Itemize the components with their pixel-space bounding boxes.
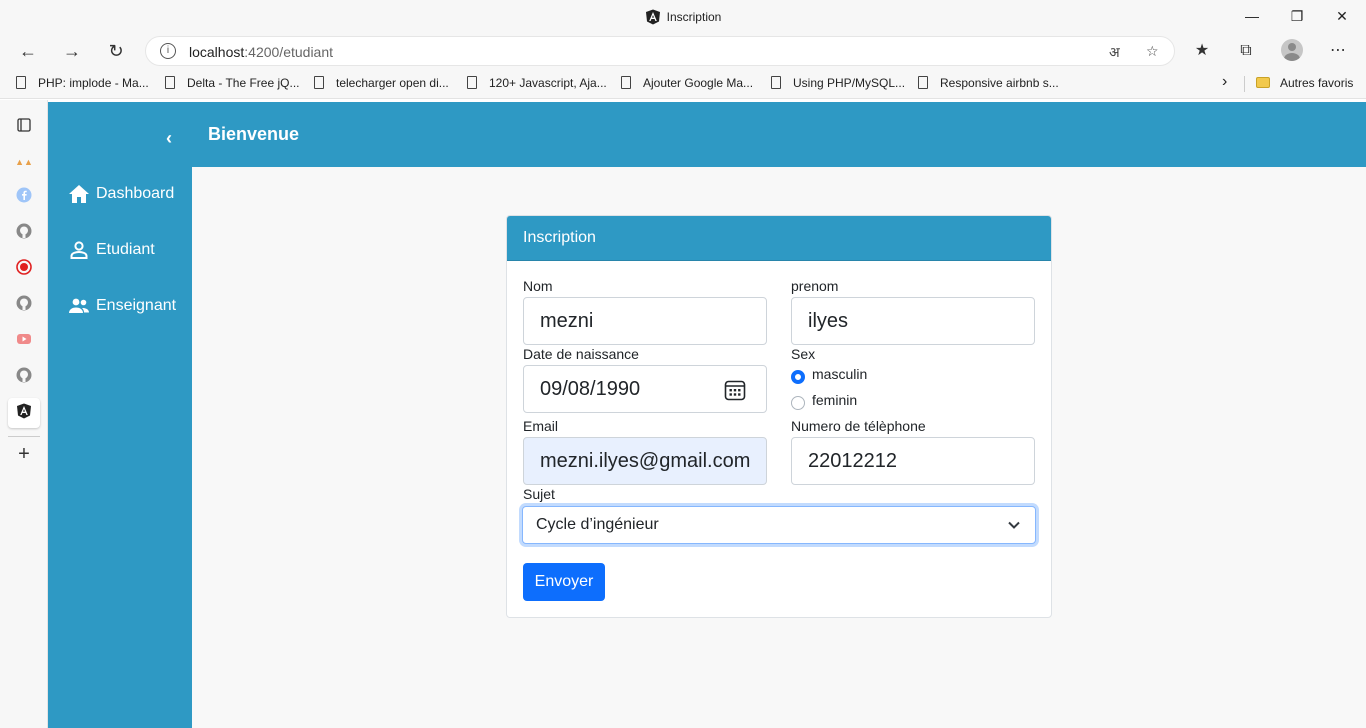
bookmark-item[interactable]: Responsive airbnb s... bbox=[918, 76, 1059, 90]
back-icon[interactable]: ← bbox=[14, 37, 42, 65]
sidebar-item-label: Dashboard bbox=[96, 185, 175, 202]
sex-label: Sex bbox=[791, 346, 816, 362]
page-icon bbox=[314, 76, 324, 89]
prenom-input[interactable]: ilyes bbox=[791, 297, 1035, 345]
people-icon bbox=[69, 298, 89, 313]
tab-divider bbox=[8, 436, 40, 437]
page-icon bbox=[918, 76, 928, 89]
main-content: Inscription Nom mezni prenom ilyes Date … bbox=[192, 167, 1366, 728]
masculin-label[interactable]: masculin bbox=[812, 366, 867, 382]
bookmark-item[interactable]: 120+ Javascript, Aja... bbox=[467, 76, 607, 90]
chevron-right-icon[interactable]: › bbox=[1222, 73, 1227, 91]
angular-tab-icon[interactable] bbox=[14, 403, 34, 423]
bookmark-item[interactable]: Using PHP/MySQL... bbox=[771, 76, 905, 90]
nom-label: Nom bbox=[523, 278, 553, 294]
feminin-label[interactable]: feminin bbox=[812, 392, 857, 408]
email-input[interactable]: mezni.ilyes@gmail.com bbox=[523, 437, 767, 485]
url-text[interactable]: localhost:4200/etudiant bbox=[189, 44, 333, 60]
date-label: Date de naissance bbox=[523, 346, 639, 362]
email-label: Email bbox=[523, 418, 559, 434]
refresh-icon[interactable]: ↻ bbox=[102, 37, 130, 65]
other-favorites[interactable]: Autres favoris bbox=[1256, 76, 1353, 90]
telephone-label: Numero de télèphone bbox=[791, 418, 926, 434]
youtube-tab-icon[interactable] bbox=[14, 331, 34, 351]
bookmarks-bar: PHP: implode - Ma... Delta - The Free jQ… bbox=[0, 69, 1366, 99]
vertical-tab-bar: ▲▲ + bbox=[0, 100, 48, 728]
pma-tab-icon[interactable]: ▲▲ bbox=[14, 152, 34, 172]
collapse-sidebar-icon[interactable]: ‹ bbox=[166, 128, 182, 148]
telephone-input[interactable]: 22012212 bbox=[791, 437, 1035, 485]
bookmark-item[interactable]: Delta - The Free jQ... bbox=[165, 76, 299, 90]
sidebar-item-label: Etudiant bbox=[96, 241, 155, 258]
window-title: Inscription bbox=[666, 10, 722, 24]
sujet-select[interactable]: Cycle d’ingénieur bbox=[522, 506, 1036, 544]
collections-icon[interactable]: ⧉ bbox=[1234, 39, 1258, 63]
add-favorite-icon[interactable]: ☆ bbox=[1146, 43, 1159, 60]
angular-icon bbox=[645, 9, 661, 25]
bookmark-item[interactable]: telecharger open di... bbox=[314, 76, 449, 90]
chevron-down-icon bbox=[1008, 521, 1020, 529]
date-input[interactable]: 09/08/1990 bbox=[523, 365, 767, 413]
github-tab-icon[interactable] bbox=[14, 223, 34, 243]
browser-toolbar: ← → ↻ i localhost:4200/etudiant अ ☆ ★ ⧉ … bbox=[0, 33, 1366, 69]
calendar-icon[interactable] bbox=[724, 379, 746, 401]
close-button[interactable]: ✕ bbox=[1322, 4, 1362, 28]
bookmarks-divider bbox=[1244, 76, 1245, 92]
read-aloud-icon[interactable]: अ bbox=[1109, 43, 1120, 62]
record-tab-icon[interactable] bbox=[14, 259, 34, 279]
nom-input[interactable]: mezni bbox=[523, 297, 767, 345]
masculin-radio[interactable] bbox=[791, 370, 805, 384]
prenom-label: prenom bbox=[791, 278, 839, 294]
inscription-card: Inscription Nom mezni prenom ilyes Date … bbox=[506, 215, 1052, 618]
home-icon bbox=[69, 185, 89, 203]
browser-title-bar: Inscription — ❐ ✕ bbox=[0, 0, 1366, 33]
page-icon bbox=[165, 76, 175, 89]
info-icon[interactable]: i bbox=[160, 43, 176, 59]
forward-icon[interactable]: → bbox=[58, 37, 86, 65]
folder-icon bbox=[1256, 77, 1270, 88]
minimize-button[interactable]: — bbox=[1232, 4, 1272, 28]
app-header: Bienvenue bbox=[192, 102, 1366, 167]
profile-avatar[interactable] bbox=[1281, 39, 1303, 61]
tab-actions-icon[interactable] bbox=[14, 117, 34, 137]
bookmark-item[interactable]: Ajouter Google Ma... bbox=[621, 76, 753, 90]
favorites-icon[interactable]: ★ bbox=[1190, 39, 1214, 63]
restore-button[interactable]: ❐ bbox=[1277, 4, 1317, 28]
github-tab-icon[interactable] bbox=[14, 295, 34, 315]
facebook-tab-icon[interactable] bbox=[14, 187, 34, 207]
sujet-label: Sujet bbox=[523, 486, 555, 502]
page-icon bbox=[621, 76, 631, 89]
bookmark-item[interactable]: PHP: implode - Ma... bbox=[16, 76, 149, 90]
more-menu-icon[interactable]: ⋯ bbox=[1326, 39, 1350, 63]
card-header: Inscription bbox=[507, 216, 1051, 261]
address-bar[interactable]: i localhost:4200/etudiant अ ☆ bbox=[145, 36, 1175, 66]
github-tab-icon[interactable] bbox=[14, 367, 34, 387]
sidebar-item-label: Enseignant bbox=[96, 297, 177, 314]
feminin-radio[interactable] bbox=[791, 396, 805, 410]
page-icon bbox=[467, 76, 477, 89]
envoyer-button[interactable]: Envoyer bbox=[523, 563, 605, 601]
person-icon bbox=[70, 241, 88, 259]
new-tab-icon[interactable]: + bbox=[14, 444, 34, 464]
card-title: Inscription bbox=[523, 229, 596, 246]
page-icon bbox=[771, 76, 781, 89]
page-title: Bienvenue bbox=[208, 124, 300, 144]
page-icon bbox=[16, 76, 26, 89]
app-sidebar: ‹ Dashboard Etudiant Enseignant bbox=[48, 102, 192, 728]
